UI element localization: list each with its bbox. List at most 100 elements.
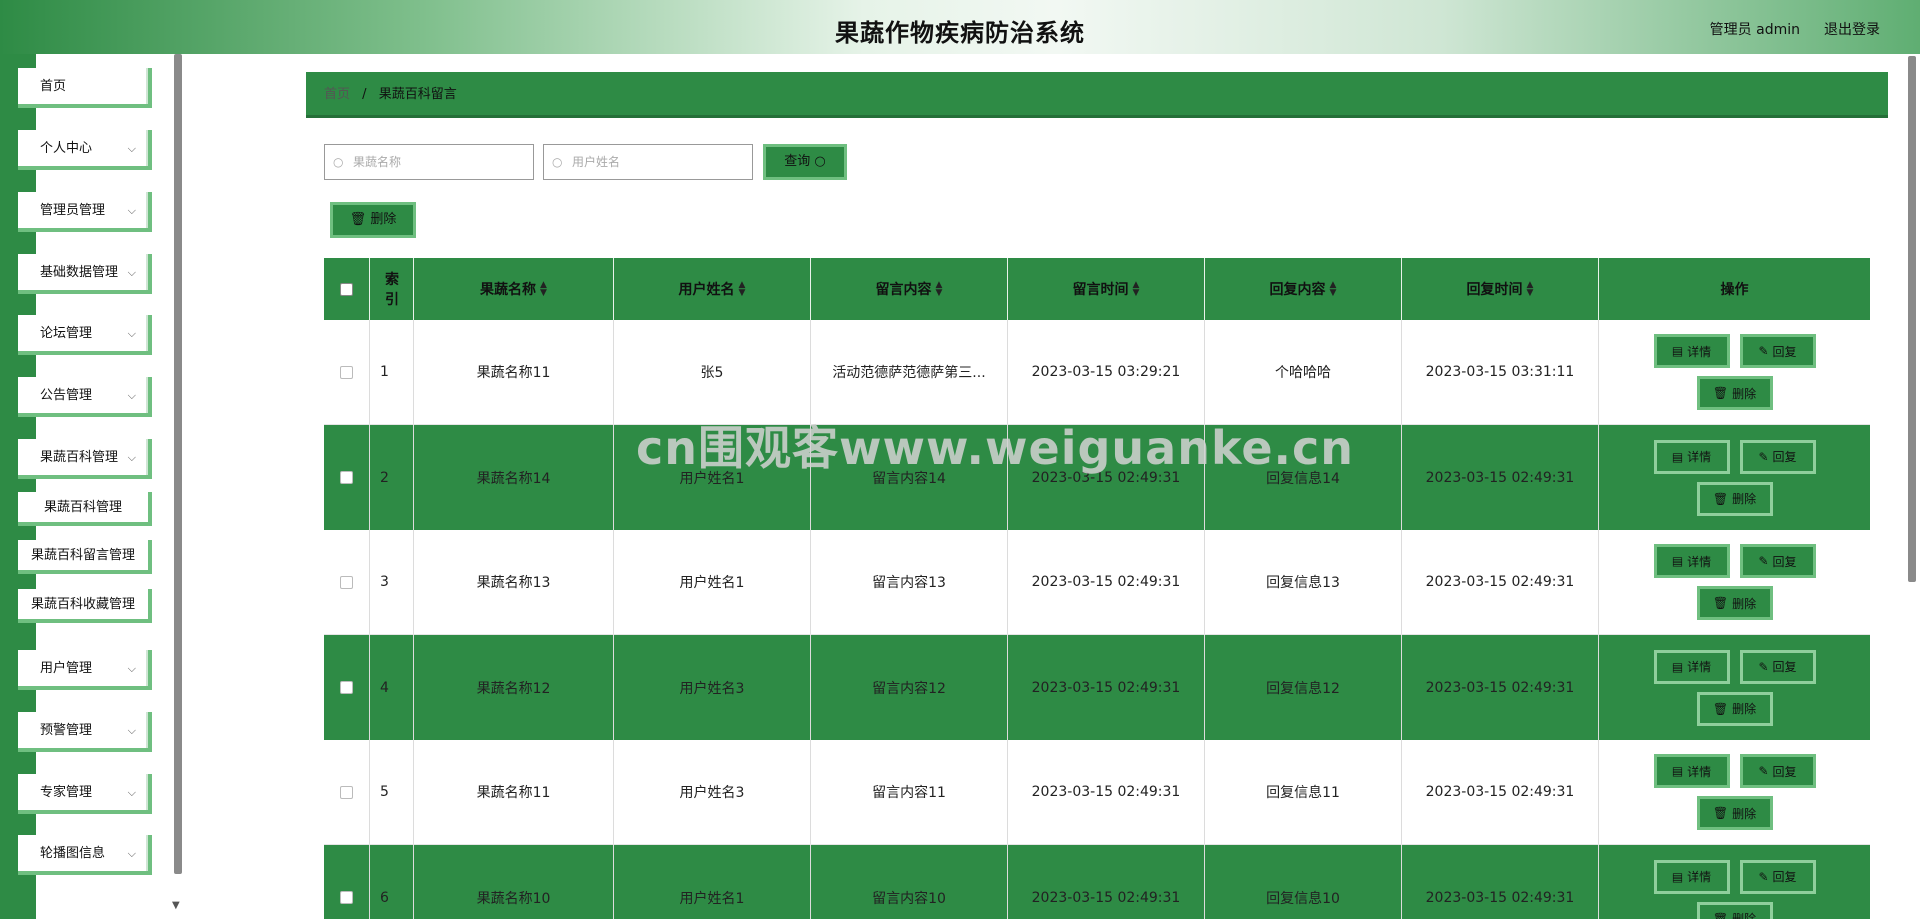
detail-label: 详情 (1687, 870, 1712, 884)
row-select-cell (324, 425, 370, 530)
reply-button[interactable]: ✎ 回复 (1739, 334, 1816, 368)
delete-button[interactable]: 🗑 删除 (1696, 376, 1773, 410)
header-reply-content[interactable]: 回复内容 ▲ ▼ (1205, 258, 1402, 320)
sidebar-item-experts[interactable]: 专家管理 ⌵ (18, 774, 152, 814)
cell-value: 张5 (700, 365, 724, 381)
delete-button[interactable]: 🗑 删除 (1696, 901, 1773, 919)
delete-label: 删除 (1732, 386, 1757, 401)
sort-icon[interactable]: ▲ ▼ (540, 281, 547, 298)
table-row: 5 果蔬名称11 用户姓名3 留言内容11 2023-03-15 02:49:31 回复信… (324, 740, 1870, 845)
breadcrumb-home[interactable]: 首页 (324, 87, 350, 102)
header-comment-time[interactable]: 留言时间 ▲ ▼ (1008, 258, 1205, 320)
reply-label: 回复 (1772, 344, 1797, 359)
fruit-name-placeholder: 果蔬名称 (353, 155, 402, 169)
reply-button[interactable]: ✎ 回复 (1739, 544, 1816, 578)
document-icon: ▤ (1671, 764, 1684, 778)
reply-button[interactable]: ✎ 回复 (1739, 859, 1816, 894)
sidebar-item-basic-data[interactable]: 基础数据管理 ⌵ (18, 254, 152, 294)
reply-button[interactable]: ✎ 回复 (1739, 649, 1816, 684)
action-line: ▤ 详情 ✎ 回复 (1653, 544, 1816, 578)
reply-button[interactable]: ✎ 回复 (1739, 754, 1816, 788)
detail-button[interactable]: ▤ 详情 (1653, 649, 1730, 684)
reply-label: 回复 (1772, 764, 1797, 779)
header-fruit-name[interactable]: 果蔬名称 ▲ ▼ (414, 258, 614, 320)
delete-button[interactable]: 🗑 删除 (1696, 796, 1773, 830)
breadcrumb-separator: / (362, 87, 367, 102)
sidebar-scrollbar[interactable] (174, 54, 182, 874)
scroll-down-icon[interactable]: ▼ (172, 900, 180, 911)
row-checkbox[interactable] (340, 575, 353, 589)
sidebar-item-home[interactable]: 首页 (18, 68, 152, 108)
sidebar-subitem-encyclopedia[interactable]: 果蔬百科管理 (18, 492, 152, 526)
row-actions: ▤ 详情 ✎ 回复 🗑 删除 (1599, 425, 1870, 530)
detail-button[interactable]: ▤ 详情 (1653, 439, 1730, 474)
row-checkbox[interactable] (340, 785, 353, 799)
header-user-name[interactable]: 用户姓名 ▲ ▼ (614, 258, 811, 320)
detail-button[interactable]: ▤ 详情 (1653, 754, 1730, 788)
query-button[interactable]: 查询 ○ (763, 144, 847, 180)
logout-button[interactable]: 退出登录 (1824, 19, 1880, 39)
header-label: 果蔬名称 (480, 282, 537, 298)
detail-button[interactable]: ▤ 详情 (1653, 544, 1730, 578)
sort-icon[interactable]: ▲ ▼ (1133, 281, 1140, 298)
row-content: 留言内容12 (811, 635, 1008, 740)
table-row: 4 果蔬名称12 用户姓名3 留言内容12 2023-03-15 02:49:31 回复信… (324, 635, 1870, 740)
sidebar-item-warnings[interactable]: 预警管理 ⌵ (18, 712, 152, 752)
sidebar-item-announcement[interactable]: 公告管理 ⌵ (18, 377, 152, 417)
cell-value: 用户姓名3 (679, 785, 745, 801)
row-user: 用户姓名1 (614, 845, 811, 919)
sort-icon[interactable]: ▲ ▼ (936, 281, 943, 298)
sort-icon[interactable]: ▲ ▼ (1527, 281, 1534, 298)
sidebar-item-users[interactable]: 用户管理 ⌵ (18, 650, 152, 690)
sidebar-item-personal-center[interactable]: 个人中心 ⌵ (18, 130, 152, 170)
chevron-down-icon: ⌵ (127, 451, 136, 464)
cell-value: 果蔬名称12 (476, 680, 551, 697)
header-select-all-cell (324, 258, 370, 320)
action-group: ▤ 详情 ✎ 回复 🗑 删除 (1653, 859, 1816, 919)
header-index: 索引 (370, 258, 414, 320)
reply-label: 回复 (1772, 450, 1797, 464)
header-comment-content[interactable]: 留言内容 ▲ ▼ (811, 258, 1008, 320)
fruit-name-search-input[interactable]: ○ 果蔬名称 (324, 144, 534, 180)
header-reply-time[interactable]: 回复时间 ▲ ▼ (1402, 258, 1599, 320)
detail-button[interactable]: ▤ 详情 (1653, 334, 1730, 368)
sort-icon[interactable]: ▲ ▼ (1330, 281, 1337, 298)
batch-delete-button[interactable]: 🗑 删除 (330, 202, 416, 238)
header-actions: 操作 (1599, 258, 1870, 320)
user-name-placeholder: 用户姓名 (572, 155, 621, 169)
breadcrumb: 首页 / 果蔬百科留言 (306, 72, 1888, 118)
cell-value: 2023-03-15 02:49:31 (1425, 574, 1575, 590)
row-reply: 回复信息12 (1205, 635, 1402, 740)
sidebar-item-forum[interactable]: 论坛管理 ⌵ (18, 315, 152, 355)
main-scrollbar[interactable] (1908, 56, 1916, 582)
sidebar-subitem-encyclopedia-favorites[interactable]: 果蔬百科收藏管理 (18, 589, 152, 623)
document-icon: ▤ (1671, 449, 1684, 464)
select-all-checkbox[interactable] (340, 282, 353, 296)
sidebar-item-carousel[interactable]: 轮播图信息 ⌵ (18, 835, 152, 875)
row-select-cell (324, 740, 370, 844)
detail-label: 详情 (1687, 554, 1712, 569)
delete-button[interactable]: 🗑 删除 (1696, 481, 1773, 516)
cell-value: 留言内容12 (872, 680, 946, 697)
row-checkbox[interactable] (340, 681, 353, 694)
row-index-value: 6 (380, 889, 389, 906)
user-name-search-input[interactable]: ○ 用户姓名 (543, 144, 753, 180)
sort-icon[interactable]: ▲ ▼ (739, 281, 746, 298)
detail-button[interactable]: ▤ 详情 (1653, 859, 1730, 894)
row-content: 留言内容13 (811, 530, 1008, 634)
sidebar-item-encyclopedia[interactable]: 果蔬百科管理 ⌵ (18, 439, 152, 479)
delete-button[interactable]: 🗑 删除 (1696, 586, 1773, 620)
reply-button[interactable]: ✎ 回复 (1739, 439, 1816, 474)
delete-label: 删除 (1732, 492, 1757, 506)
action-group: ▤ 详情 ✎ 回复 🗑 删除 (1653, 754, 1816, 830)
query-label: 查询 (784, 154, 811, 169)
row-select-cell (324, 530, 370, 634)
cell-value: 用户姓名1 (679, 575, 745, 591)
sidebar-subitem-encyclopedia-comments[interactable]: 果蔬百科留言管理 (18, 540, 152, 574)
sidebar-item-admin-management[interactable]: 管理员管理 ⌵ (18, 192, 152, 232)
row-checkbox[interactable] (340, 891, 353, 904)
row-checkbox[interactable] (340, 471, 353, 484)
row-checkbox[interactable] (340, 365, 353, 379)
row-actions: ▤ 详情 ✎ 回复 🗑 删除 (1599, 740, 1870, 844)
delete-button[interactable]: 🗑 删除 (1696, 691, 1773, 726)
